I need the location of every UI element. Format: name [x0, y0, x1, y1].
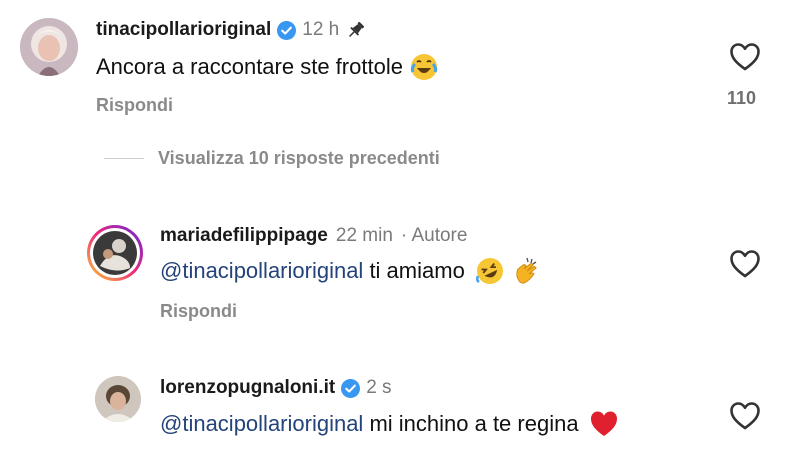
username[interactable]: tinacipollarioriginal	[96, 19, 271, 41]
reply-button[interactable]: Rispondi	[96, 95, 173, 116]
username[interactable]: mariadefilippipage	[160, 225, 328, 247]
mention-link[interactable]: @tinacipollarioriginal	[160, 258, 363, 284]
divider	[104, 158, 144, 159]
reply-button[interactable]: Rispondi	[160, 301, 237, 322]
comment-text: ti amiamo	[363, 258, 465, 283]
view-previous-replies-button[interactable]: Visualizza 10 risposte precedenti	[104, 148, 440, 169]
clapping-hands-icon	[511, 256, 541, 286]
heart-icon[interactable]	[729, 401, 761, 431]
timestamp: 22 min	[335, 225, 393, 246]
rolling-laughing-icon	[475, 256, 505, 286]
mention-link[interactable]: @tinacipollarioriginal	[160, 411, 363, 437]
heart-icon[interactable]	[729, 249, 761, 279]
comment-text: Ancora a raccontare ste frottole	[96, 54, 403, 79]
avatar[interactable]	[86, 224, 144, 282]
timestamp: 12 h	[302, 19, 340, 40]
pin-icon	[345, 19, 367, 41]
like-count: 110	[727, 88, 757, 108]
heart-icon[interactable]	[729, 42, 761, 72]
username[interactable]: lorenzopugnaloni.it	[160, 377, 335, 399]
avatar[interactable]	[95, 376, 141, 422]
timestamp: 2 s	[366, 377, 392, 398]
red-heart-icon	[589, 409, 619, 439]
face-with-tears-of-joy-icon	[409, 52, 439, 82]
verified-badge-icon	[277, 20, 297, 40]
verified-badge-icon	[341, 378, 361, 398]
view-previous-label: Visualizza 10 risposte precedenti	[158, 148, 440, 168]
comment-text: mi inchino a te regina	[363, 411, 579, 436]
avatar[interactable]	[20, 18, 78, 76]
author-label: · Autore	[400, 225, 468, 246]
